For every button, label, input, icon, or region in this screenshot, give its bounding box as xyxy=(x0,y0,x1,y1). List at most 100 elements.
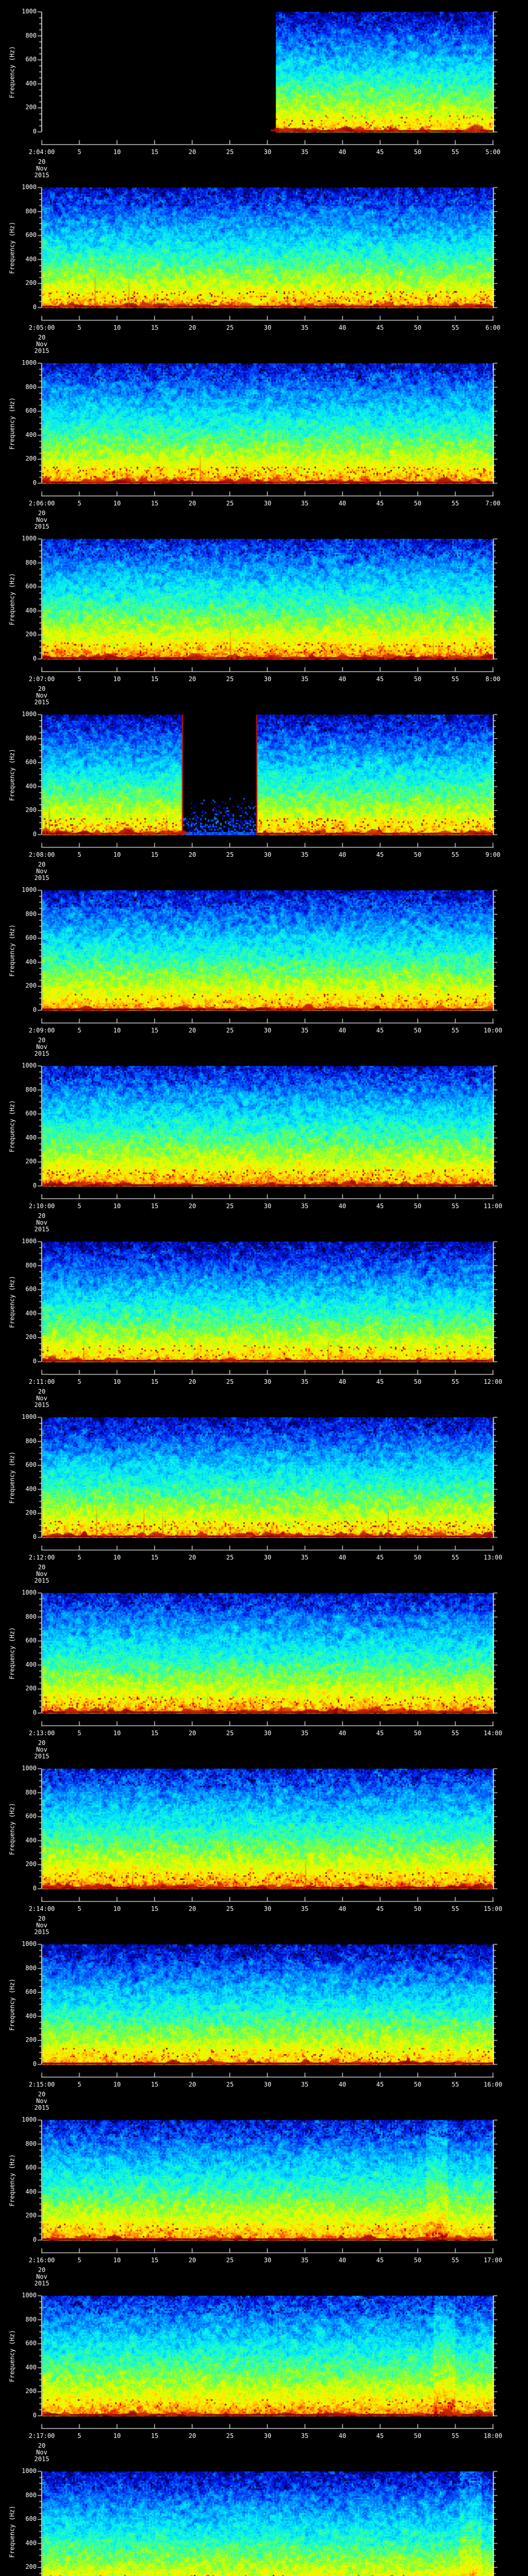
y-tick-label: 400 xyxy=(5,2364,37,2371)
x-end-time-label: 17:00 xyxy=(462,2257,524,2264)
spectrogram-panel: Frequency (Hz)020040060080010002:17:0051… xyxy=(0,2284,528,2460)
y-tick-label: 600 xyxy=(5,2340,37,2347)
y-tick-label: 800 xyxy=(5,560,37,566)
y-tick-label: 1000 xyxy=(5,1941,37,1947)
spectrogram-panel: Frequency (Hz)020040060080010002:08:0051… xyxy=(0,703,528,878)
spectrogram-panel: Frequency (Hz)020040060080010002:15:0051… xyxy=(0,1933,528,2108)
y-tick-label: 400 xyxy=(5,1310,37,1317)
y-tick-label: 200 xyxy=(5,2388,37,2395)
spectrogram-panel: Frequency (Hz)020040060080010002:09:0051… xyxy=(0,878,528,1054)
y-tick-label: 800 xyxy=(5,32,37,39)
y-tick-label: 400 xyxy=(5,2189,37,2195)
y-tick-label: 800 xyxy=(5,1262,37,1269)
y-tick-label: 600 xyxy=(5,935,37,941)
y-tick-label: 400 xyxy=(5,959,37,965)
y-tick-label: 0 xyxy=(5,1709,37,1716)
y-axis-title: Frequency (Hz) xyxy=(9,222,16,274)
y-tick-label: 1000 xyxy=(5,2468,37,2475)
spectrogram-heatmap xyxy=(0,527,528,682)
spectrogram-heatmap xyxy=(0,1581,528,1736)
y-tick-label: 1000 xyxy=(5,360,37,366)
y-tick-label: 200 xyxy=(5,982,37,989)
y-tick-label: 200 xyxy=(5,1685,37,1692)
y-axis-title: Frequency (Hz) xyxy=(9,1276,16,1328)
y-tick-label: 600 xyxy=(5,1286,37,1293)
y-tick-label: 200 xyxy=(5,2037,37,2043)
spectrogram-stack: Frequency (Hz)020040060080010002:04:0051… xyxy=(0,0,528,2576)
spectrogram-panel: Frequency (Hz)020040060080010002:04:0051… xyxy=(0,0,528,176)
x-end-time-label: 18:00 xyxy=(462,2433,524,2439)
y-axis-title: Frequency (Hz) xyxy=(9,2330,16,2382)
y-tick-label: 600 xyxy=(5,56,37,63)
y-axis-title: Frequency (Hz) xyxy=(9,573,16,625)
x-end-time-label: 9:00 xyxy=(462,852,524,858)
y-tick-label: 200 xyxy=(5,1158,37,1165)
y-tick-label: 800 xyxy=(5,1789,37,1796)
x-end-time-label: 8:00 xyxy=(462,676,524,683)
spectrogram-heatmap xyxy=(0,1054,528,1209)
y-tick-label: 400 xyxy=(5,2013,37,2020)
y-tick-label: 0 xyxy=(5,2236,37,2243)
y-axis-title: Frequency (Hz) xyxy=(9,2505,16,2557)
y-tick-label: 400 xyxy=(5,2540,37,2547)
y-axis-title: Frequency (Hz) xyxy=(9,2154,16,2206)
y-axis-title: Frequency (Hz) xyxy=(9,924,16,976)
y-tick-label: 1000 xyxy=(5,184,37,191)
y-tick-label: 600 xyxy=(5,1813,37,1820)
spectrogram-panel: Frequency (Hz)020040060080010002:05:0051… xyxy=(0,176,528,351)
y-tick-label: 600 xyxy=(5,1637,37,1644)
y-tick-label: 1000 xyxy=(5,535,37,542)
spectrogram-panel: Frequency (Hz)020040060080010002:10:0051… xyxy=(0,1054,528,1230)
y-tick-label: 800 xyxy=(5,2492,37,2499)
y-tick-label: 400 xyxy=(5,1837,37,1844)
spectrogram-panel: Frequency (Hz)020040060080010002:12:0051… xyxy=(0,1405,528,1581)
spectrogram-panel: Frequency (Hz)020040060080010002:13:0051… xyxy=(0,1581,528,1757)
y-tick-label: 800 xyxy=(5,2141,37,2147)
spectrogram-panel: Frequency (Hz)020040060080010002:11:0051… xyxy=(0,1230,528,1405)
x-end-time-label: 12:00 xyxy=(462,1379,524,1385)
y-axis-title: Frequency (Hz) xyxy=(9,1803,16,1855)
y-tick-label: 1000 xyxy=(5,1414,37,1420)
y-tick-label: 400 xyxy=(5,1662,37,1668)
spectrogram-heatmap xyxy=(0,0,528,155)
y-tick-label: 0 xyxy=(5,1885,37,1892)
y-tick-label: 0 xyxy=(5,304,37,311)
y-tick-label: 800 xyxy=(5,1965,37,1972)
x-end-time-label: 5:00 xyxy=(462,149,524,156)
y-tick-label: 0 xyxy=(5,655,37,662)
y-tick-label: 1000 xyxy=(5,2292,37,2299)
y-tick-label: 600 xyxy=(5,1989,37,1995)
y-tick-label: 400 xyxy=(5,80,37,87)
y-axis-title: Frequency (Hz) xyxy=(9,749,16,801)
y-tick-label: 1000 xyxy=(5,887,37,893)
spectrogram-heatmap xyxy=(0,2108,528,2263)
y-tick-label: 200 xyxy=(5,1861,37,1868)
y-tick-label: 400 xyxy=(5,607,37,614)
y-tick-label: 400 xyxy=(5,1486,37,1493)
y-tick-label: 800 xyxy=(5,735,37,742)
x-end-time-label: 11:00 xyxy=(462,1203,524,1210)
y-tick-label: 200 xyxy=(5,455,37,462)
y-tick-label: 800 xyxy=(5,1438,37,1445)
y-tick-label: 600 xyxy=(5,232,37,239)
y-tick-label: 200 xyxy=(5,2212,37,2219)
spectrogram-heatmap xyxy=(0,1230,528,1384)
spectrogram-panel: Frequency (Hz)020040060080010002:18:0051… xyxy=(0,2460,528,2576)
y-axis-title: Frequency (Hz) xyxy=(9,1451,16,1503)
y-tick-label: 600 xyxy=(5,1110,37,1117)
y-tick-label: 400 xyxy=(5,1134,37,1141)
y-axis-title: Frequency (Hz) xyxy=(9,397,16,449)
y-tick-label: 1000 xyxy=(5,1062,37,1069)
spectrogram-heatmap xyxy=(0,176,528,330)
y-tick-label: 0 xyxy=(5,128,37,135)
y-tick-label: 0 xyxy=(5,2061,37,2067)
y-axis-title: Frequency (Hz) xyxy=(9,1627,16,1679)
spectrogram-panel: Frequency (Hz)020040060080010002:06:0051… xyxy=(0,351,528,527)
y-tick-label: 1000 xyxy=(5,1765,37,1772)
x-end-time-label: 13:00 xyxy=(462,1554,524,1561)
y-tick-label: 800 xyxy=(5,208,37,215)
y-axis-title: Frequency (Hz) xyxy=(9,1100,16,1152)
y-axis-title: Frequency (Hz) xyxy=(9,46,16,98)
y-tick-label: 400 xyxy=(5,432,37,438)
spectrogram-panel: Frequency (Hz)020040060080010002:07:0051… xyxy=(0,527,528,703)
